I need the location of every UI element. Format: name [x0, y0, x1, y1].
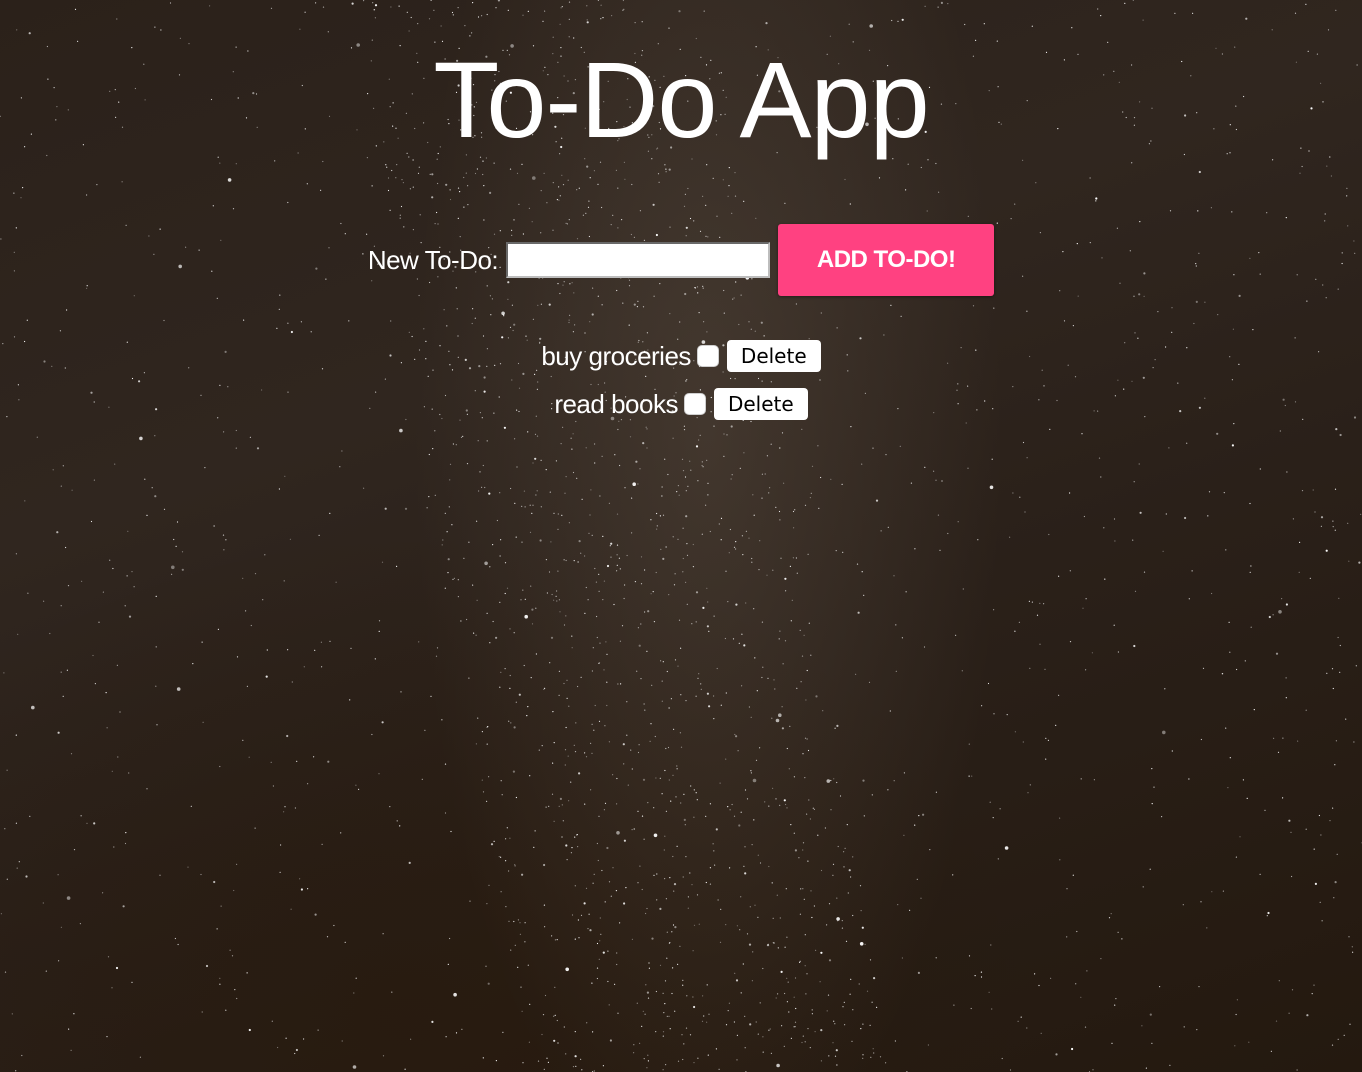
- todo-list: buy groceries Delete read books Delete: [0, 332, 1362, 428]
- todo-text: read books: [554, 388, 678, 419]
- todo-checkbox[interactable]: [683, 393, 706, 415]
- new-todo-label: New To-Do:: [367, 244, 499, 275]
- todo-checkbox[interactable]: [696, 345, 719, 367]
- delete-button[interactable]: Delete: [726, 340, 821, 372]
- todo-item: buy groceries Delete: [0, 332, 1362, 380]
- add-todo-button[interactable]: ADD TO-DO!: [778, 224, 995, 296]
- todo-text: buy groceries: [541, 340, 691, 371]
- page-title: To-Do App: [433, 39, 929, 160]
- new-todo-input[interactable]: [506, 242, 771, 278]
- new-todo-form: New To-Do: ADD TO-DO!: [0, 224, 1362, 296]
- delete-button[interactable]: Delete: [713, 388, 808, 420]
- todo-app: To-Do App New To-Do: ADD TO-DO! buy groc…: [0, 0, 1362, 428]
- todo-item: read books Delete: [0, 380, 1362, 428]
